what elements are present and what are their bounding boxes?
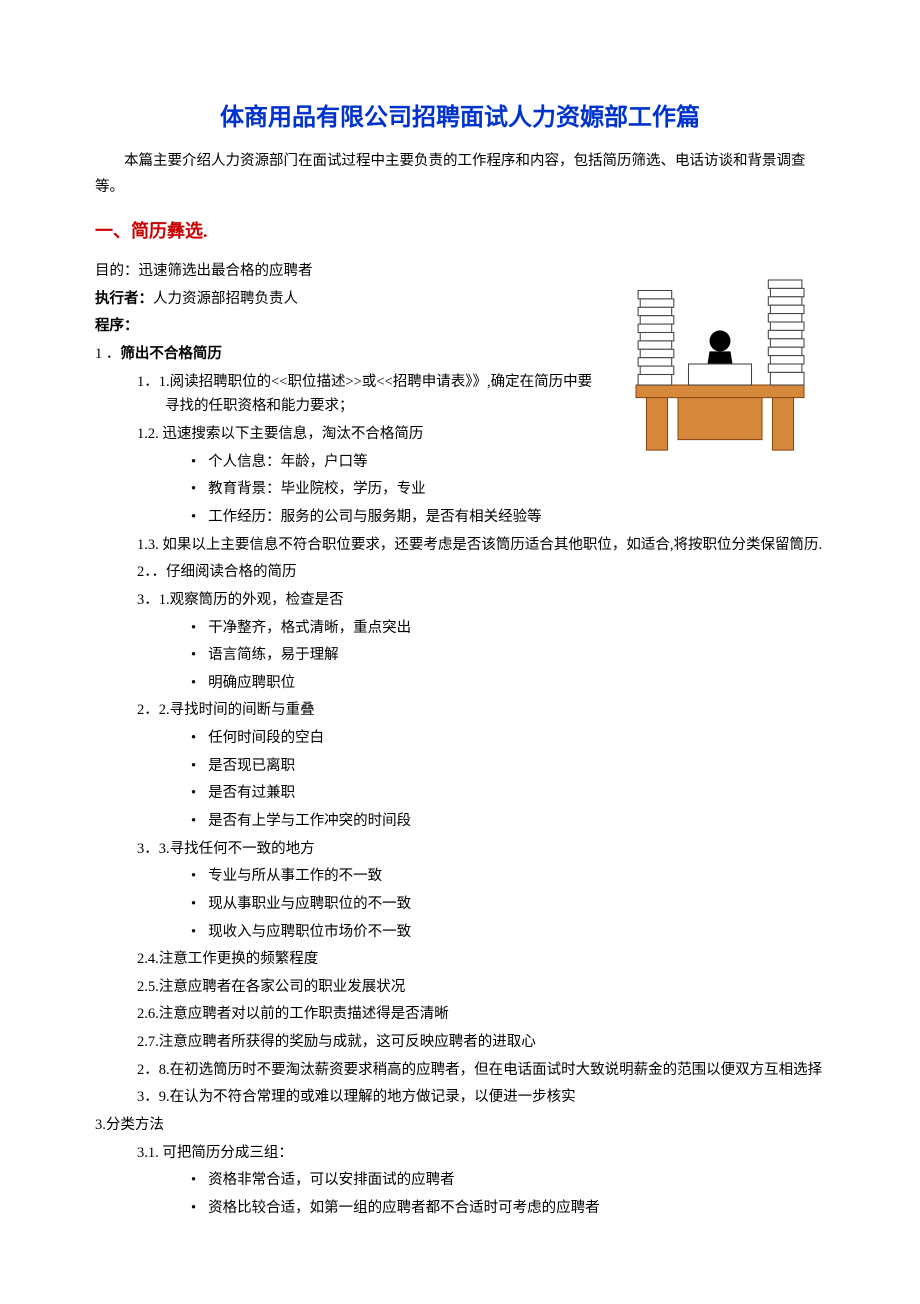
intro-paragraph: 本篇主要介绍人力资源部门在面试过程中主要负责的工作程序和内容，包括简历筛选、电话… xyxy=(95,148,825,200)
step-2-6: 2.6.注意应聘者对以前的工作职责描述得是否清晰 xyxy=(137,1002,825,1027)
bullet-icon: • xyxy=(191,1172,196,1188)
step-2-2-b2: • 是否现已离职 xyxy=(191,754,825,779)
bullet-icon: • xyxy=(191,647,196,663)
bullet-icon: • xyxy=(191,675,196,691)
purpose-label: 目的： xyxy=(95,263,139,279)
bullet-text: 语言简练，易于理解 xyxy=(208,647,339,663)
purpose-text: 迅速筛选出最合格的应聘者 xyxy=(139,263,313,279)
bullet-text: 明确应聘职位 xyxy=(208,675,295,691)
bullet-icon: • xyxy=(191,924,196,940)
bullet-icon: • xyxy=(191,813,196,829)
step-2-3-b1: • 专业与所从事工作的不一致 xyxy=(191,864,825,889)
step-2-3-b3: • 现收入与应聘职位市场价不一致 xyxy=(191,920,825,945)
bullet-text: 是否有上学与工作冲突的时间段 xyxy=(208,813,411,829)
step-2-5: 2.5.注意应聘者在各家公司的职业发展状况 xyxy=(137,975,825,1000)
step-2-3: 3．3.寻找任何不一致的地方 xyxy=(137,837,825,862)
bullet-icon: • xyxy=(191,509,196,525)
bullet-text: 任何时间段的空白 xyxy=(208,730,324,746)
step-1-3: 1.3. 如果以上主要信息不符合职位要求，还要考虑是否该筒历适合其他职位，如适合… xyxy=(137,533,825,558)
step-1-text: 筛出不合格简历 xyxy=(120,346,222,362)
bullet-icon: • xyxy=(191,758,196,774)
step-2-4: 2.4.注意工作更换的频繁程度 xyxy=(137,947,825,972)
step-1-num: 1 ． xyxy=(95,346,120,362)
bullet-text: 现收入与应聘职位市场价不一致 xyxy=(208,924,411,940)
step-2-1: 3．1.观察筒历的外观，检查是否 xyxy=(137,588,825,613)
step-2-1-b1: • 干净整齐，格式清晰，重点突出 xyxy=(191,616,825,641)
executor-label: 执行者： xyxy=(95,291,153,307)
step-2-2-b1: • 任何时间段的空白 xyxy=(191,726,825,751)
step-1-2-b2: • 教育背景：毕业院校，学历，专业 xyxy=(191,477,825,502)
bullet-text: 工作经历：服务的公司与服务期，是否有相关经验等 xyxy=(208,509,542,525)
bullet-icon: • xyxy=(191,620,196,636)
bullet-text: 是否现已离职 xyxy=(208,758,295,774)
bullet-icon: • xyxy=(191,868,196,884)
step-3-1-b2: • 资格比较合适，如第一组的应聘者都不合适时可考虑的应聘者 xyxy=(191,1196,825,1221)
desk-paper-illustration xyxy=(615,259,825,469)
step-3-1: 3.1. 可把简历分成三组： xyxy=(137,1141,825,1166)
step-1-2-b3: • 工作经历：服务的公司与服务期，是否有相关经验等 xyxy=(191,505,825,530)
step-2-1-b3: • 明确应聘职位 xyxy=(191,671,825,696)
executor-text: 人力资源部招聘负责人 xyxy=(153,291,298,307)
bullet-text: 个人信息：年龄，户口等 xyxy=(208,454,368,470)
bullet-text: 教育背景：毕业院校，学历，专业 xyxy=(208,481,426,497)
bullet-text: 现从事职业与应聘职位的不一致 xyxy=(208,896,411,912)
step-2-2-b4: • 是否有上学与工作冲突的时间段 xyxy=(191,809,825,834)
bullet-icon: • xyxy=(191,785,196,801)
desk-paper-icon xyxy=(615,259,825,469)
bullet-icon: • xyxy=(191,1200,196,1216)
step-3-title: 3.分类方法 xyxy=(95,1113,825,1138)
step-2-2-b3: • 是否有过兼职 xyxy=(191,781,825,806)
step-2-3-b2: • 现从事职业与应聘职位的不一致 xyxy=(191,892,825,917)
step-2-2: 2．2.寻找时间的间断与重叠 xyxy=(137,698,825,723)
bullet-icon: • xyxy=(191,730,196,746)
bullet-text: 资格非常合适，可以安排面试的应聘者 xyxy=(208,1172,455,1188)
bullet-icon: • xyxy=(191,454,196,470)
step-2-9: 3．9.在认为不符合常理的或难以理解的地方做记录，以便进一步核实 xyxy=(137,1085,825,1110)
bullet-text: 资格比较合适，如第一组的应聘者都不合适时可考虑的应聘者 xyxy=(208,1200,600,1216)
bullet-icon: • xyxy=(191,481,196,497)
step-2-8: 2．8.在初选筒历时不要淘汰薪资要求稍高的应聘者，但在电话面试时大致说明薪金的范… xyxy=(137,1058,825,1083)
step-2-1-b2: • 语言简练，易于理解 xyxy=(191,643,825,668)
bullet-icon: • xyxy=(191,896,196,912)
step-2-0: 2．．仔细阅读合格的简历 xyxy=(137,560,825,585)
bullet-text: 专业与所从事工作的不一致 xyxy=(208,868,382,884)
bullet-text: 干净整齐，格式清晰，重点突出 xyxy=(208,620,411,636)
step-2-7: 2.7.注意应聘者所获得的奖励与成就，这可反映应聘者的进取心 xyxy=(137,1030,825,1055)
page-title: 体商用品有限公司招聘面试人力资嫄部工作篇 xyxy=(95,100,825,136)
bullet-text: 是否有过兼职 xyxy=(208,785,295,801)
step-3-1-b1: • 资格非常合适，可以安排面试的应聘者 xyxy=(191,1168,825,1193)
section-1-heading: 一、简历彝选. xyxy=(95,218,825,245)
